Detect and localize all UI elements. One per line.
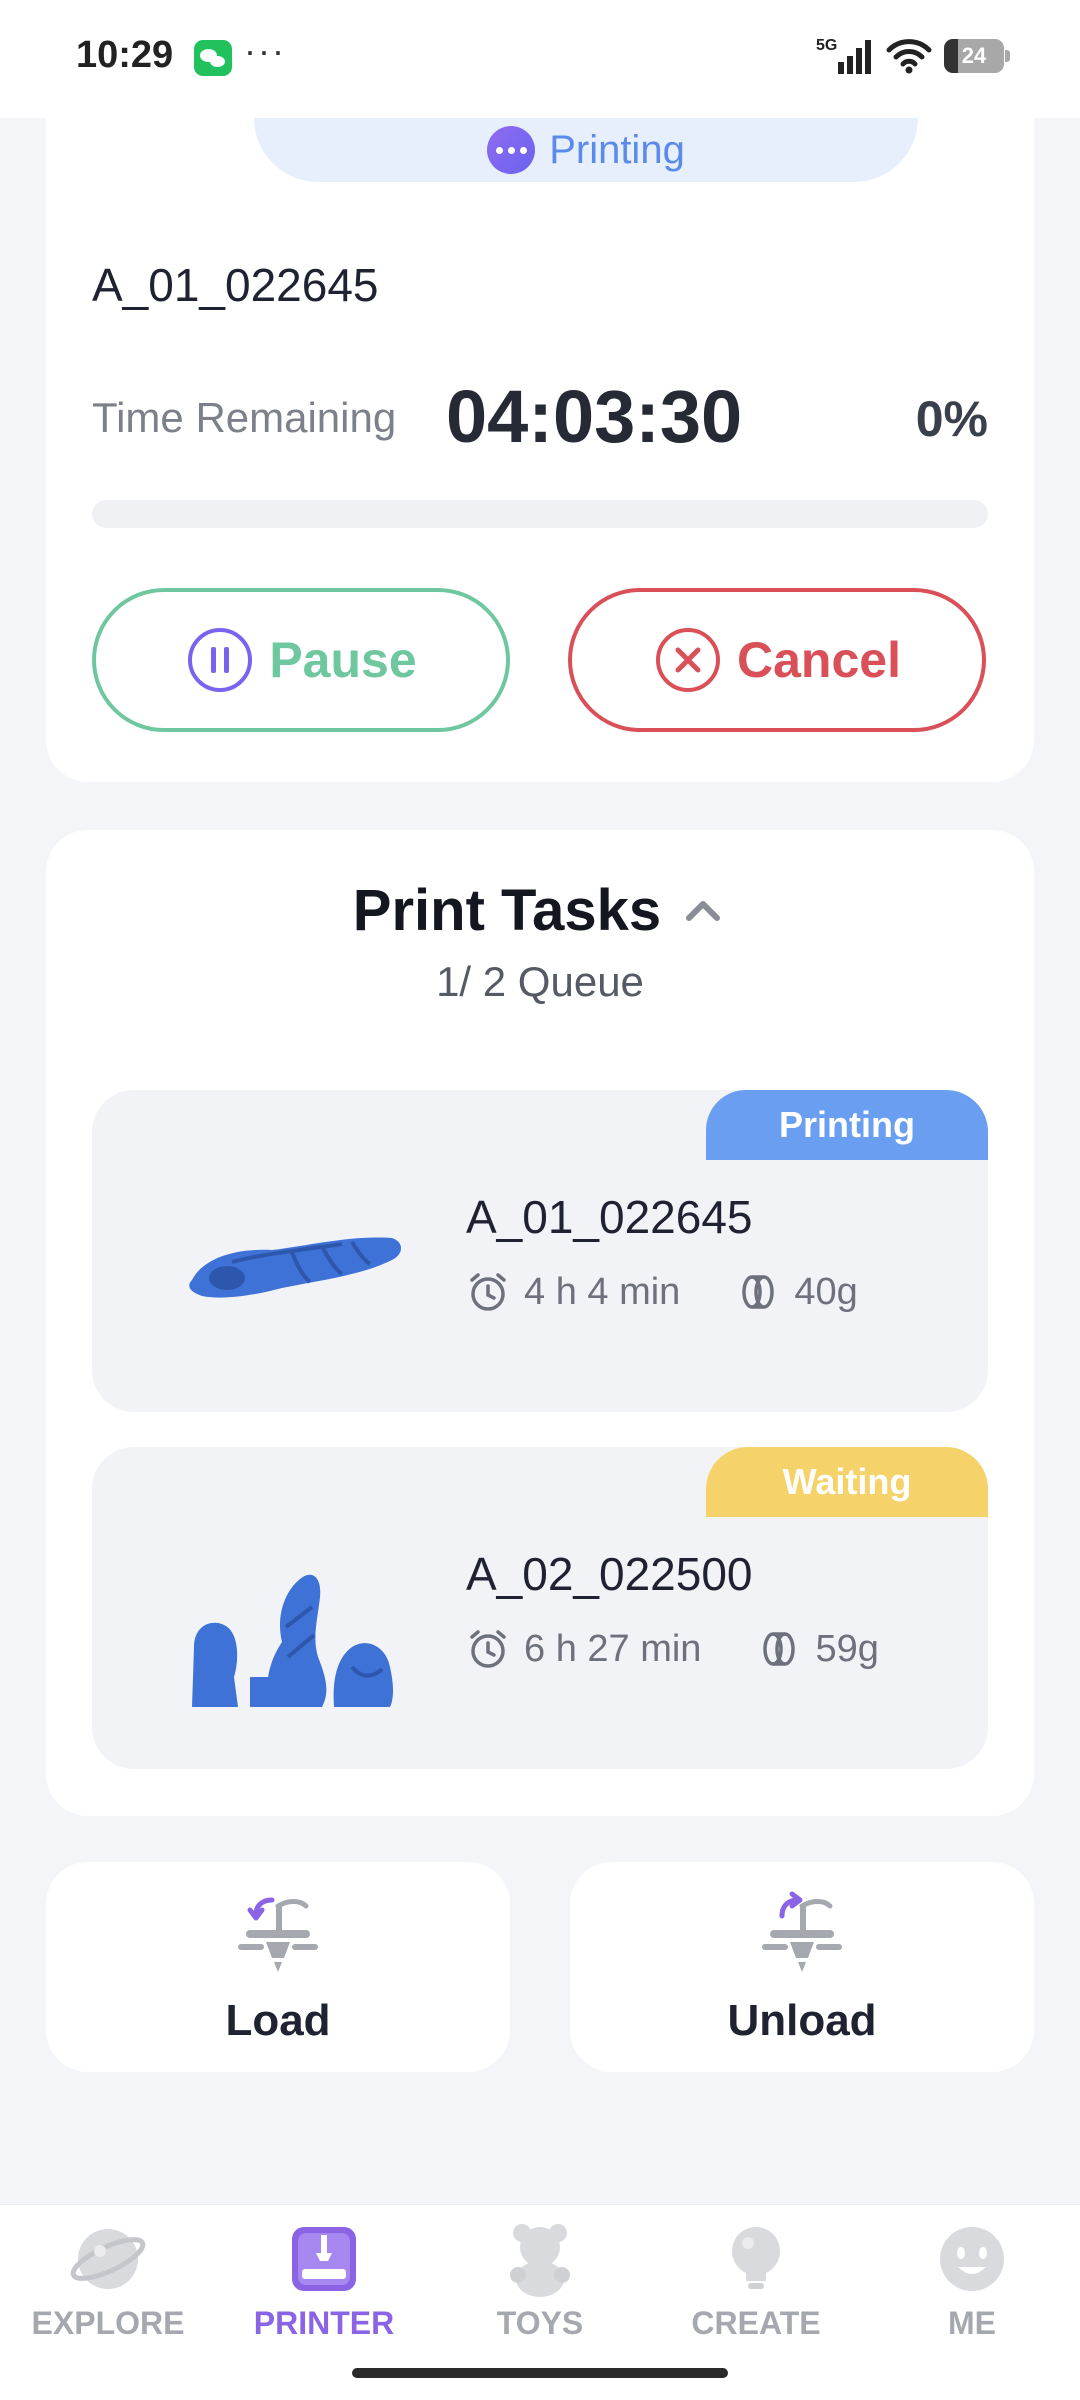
nav-me-label: ME [948,2305,996,2341]
battery-level: 24 [961,43,987,68]
wifi-icon [886,39,932,74]
nav-explore[interactable]: EXPLORE [0,2219,216,2342]
task-status-badge: Waiting [706,1447,988,1517]
unload-filament-button[interactable]: Unload [570,1862,1034,2072]
print-tasks-title: Print Tasks [352,877,662,943]
task-meta: 6 h 27 min 59g [466,1627,879,1671]
task-weight: 40g [794,1270,858,1313]
teddy-icon [510,2224,570,2297]
cancel-button-label: Cancel [737,632,901,688]
smiley-icon [940,2227,1004,2291]
task-duration: 4 h 4 min [524,1270,681,1313]
cellular-signal-icon: 5G [816,37,871,74]
planet-icon [70,2229,146,2289]
queue-count: 1/ 2 Queue [436,958,644,1005]
status-indicators: 5G 24 [816,36,1010,76]
nav-toys-label: TOYS [496,2305,584,2341]
more-dots-icon [487,126,536,174]
notification-more: ··· [244,30,286,71]
pause-button[interactable]: Pause [92,588,510,732]
nav-create[interactable]: CREATE [648,2219,864,2342]
printer-icon [292,2227,356,2291]
load-label: Load [225,1996,331,2045]
unload-label: Unload [727,1996,877,2045]
nav-toys[interactable]: TOYS [432,2219,648,2342]
task-status-badge: Printing [706,1090,988,1160]
print-status-card: Printing A_01_022645 Time Remaining 04:0… [46,118,1034,782]
alarm-clock-icon [470,1630,506,1668]
task-meta: 4 h 4 min 40g [466,1270,858,1314]
battery-icon: 24 [944,39,1010,73]
lightbulb-icon [732,2227,780,2289]
task-item[interactable]: Printing A_01_022645 4 h 4 min 40g [92,1090,988,1412]
chevron-up-icon [686,901,721,921]
load-filament-icon [238,1897,318,1972]
svg-text:5G: 5G [816,37,837,54]
nav-explore-label: EXPLORE [31,2305,185,2341]
nav-printer-label: PRINTER [253,2305,395,2341]
pause-button-label: Pause [269,632,417,688]
nav-me[interactable]: ME [864,2219,1080,2342]
task-weight: 59g [815,1627,879,1670]
model-thumbnail [192,1574,393,1707]
wechat-icon [194,40,232,76]
task-name: A_01_022645 [466,1191,753,1243]
status-time: 10:29 [76,34,174,76]
alarm-clock-icon [470,1273,506,1311]
home-indicator[interactable] [352,2368,728,2378]
load-filament-button[interactable]: Load [46,1862,510,2072]
print-tasks-toggle[interactable]: Print Tasks [46,870,1034,950]
cancel-button[interactable]: Cancel [568,588,986,732]
nav-printer[interactable]: PRINTER [216,2219,432,2342]
task-duration: 6 h 27 min [524,1627,702,1670]
current-job-name: A_01_022645 [92,259,379,311]
time-remaining-label: Time Remaining [92,394,397,441]
close-circle-icon [656,628,721,692]
filament-spool-icon [763,1632,796,1666]
task-item[interactable]: Waiting A_02_022500 6 h 27 min 59g [92,1447,988,1769]
unload-filament-icon [762,1891,842,1972]
print-tasks-card: Print Tasks 1/ 2 Queue Printing A_01_022… [46,830,1034,1816]
progress-percent: 0% [915,391,988,447]
status-bar: 10:29 ··· 5G 24 [0,0,1080,118]
model-thumbnail [189,1237,401,1298]
printing-status-tab: Printing [254,118,918,182]
pause-icon [188,628,253,692]
nav-create-label: CREATE [691,2305,821,2341]
filament-spool-icon [742,1275,775,1309]
time-remaining-value: 04:03:30 [446,375,743,458]
task-name: A_02_022500 [466,1548,753,1600]
progress-bar [92,500,988,528]
print-state-label: Printing [549,127,685,172]
printer-page: 10:29 ··· 5G 24 Printing A_01_022645 Tim… [0,0,1080,2400]
